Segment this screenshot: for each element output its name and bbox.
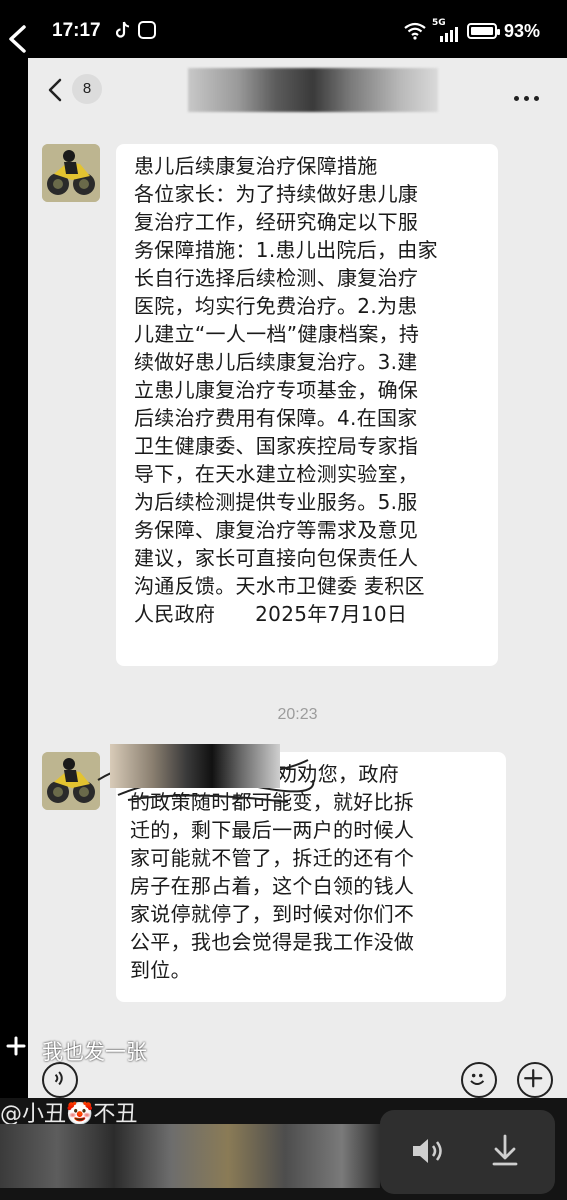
message-line: 迁的，剩下最后一两户的时候人 bbox=[130, 818, 415, 842]
message-line: 各位家长：为了持续做好患儿康 bbox=[134, 182, 419, 206]
chat-back-icon[interactable] bbox=[48, 78, 62, 102]
message-line: 家可能就不管了，拆迁的还有个 bbox=[130, 846, 415, 870]
message-line: 人民政府 2025年7月10日 bbox=[134, 602, 408, 626]
chat-header: 8 bbox=[28, 58, 567, 118]
back-icon[interactable] bbox=[6, 24, 30, 54]
voice-icon[interactable] bbox=[42, 1062, 78, 1098]
more-icon[interactable] bbox=[514, 86, 544, 101]
status-bar: 17:17 5G 93% bbox=[0, 0, 567, 62]
add-icon[interactable] bbox=[517, 1062, 553, 1098]
message-line: 务保障措施：1.患儿出院后，由家 bbox=[134, 238, 438, 262]
emoji-icon[interactable] bbox=[461, 1062, 497, 1098]
message-line: 房子在那占着，这个白领的钱人 bbox=[130, 874, 415, 898]
app-icon bbox=[138, 21, 156, 39]
message-line: 后续治疗费用有保障。4.在国家 bbox=[134, 406, 418, 430]
message-bubble[interactable]: 患儿后续康复治疗保障措施各位家长：为了持续做好患儿康 复治疗工作，经研究确定以下服… bbox=[116, 144, 498, 666]
message-line: 为后续检测提供专业服务。5.服 bbox=[134, 490, 418, 514]
clock: 17:17 bbox=[52, 20, 101, 41]
message-line: 复治疗工作，经研究确定以下服 bbox=[134, 210, 419, 234]
speaker-icon[interactable] bbox=[410, 1136, 450, 1166]
message-line: 建议，家长可直接向包保责任人 bbox=[134, 546, 419, 570]
message-line: 导下，在天水建立检测实验室， bbox=[134, 462, 419, 486]
wifi-icon bbox=[404, 22, 426, 40]
message-line: 患儿后续康复治疗保障措施 bbox=[134, 154, 378, 178]
message-line: 卫生健康委、国家疾控局专家指 bbox=[134, 434, 419, 458]
message-line: 儿建立“一人一档”健康档案，持 bbox=[134, 322, 420, 346]
battery-icon bbox=[467, 23, 500, 39]
message-line: 公平，我也会觉得是我工作没做 bbox=[130, 930, 415, 954]
signal-icon bbox=[440, 27, 458, 42]
sound-download-panel bbox=[380, 1110, 555, 1194]
message-line: 家说停就停了，到时候对你们不 bbox=[130, 902, 415, 926]
message-line: 到位。 bbox=[130, 958, 191, 982]
message-line: 务保障、康复治疗等需求及意见 bbox=[134, 518, 419, 542]
avatar[interactable] bbox=[42, 144, 100, 202]
comment-redacted bbox=[0, 1124, 380, 1188]
message-line: 长自行选择后续检测、康复治疗 bbox=[134, 266, 419, 290]
plus-icon[interactable] bbox=[6, 1036, 26, 1056]
message-line: 沟通反馈。天水市卫健委 麦积区 bbox=[134, 574, 425, 598]
chat-screenshot: 8 患儿后续康复治疗保障措施各位家长：为了持续做好患儿康 复治疗工作，经研究确定以… bbox=[28, 58, 567, 1098]
tiktok-icon bbox=[116, 21, 130, 38]
chat-name-redacted bbox=[188, 68, 438, 112]
battery-percent: 93% bbox=[504, 21, 541, 41]
sender-name-redacted bbox=[110, 744, 280, 788]
message-line: 立患儿康复治疗专项基金，确保 bbox=[134, 378, 419, 402]
message-line: 续做好患儿后续康复治疗。3.建 bbox=[134, 350, 418, 374]
message-timestamp: 20:23 bbox=[277, 706, 318, 723]
message-line: 医院，均实行免费治疗。2.为患 bbox=[134, 294, 418, 318]
download-icon[interactable] bbox=[490, 1133, 520, 1167]
unread-count-badge[interactable]: 8 bbox=[72, 74, 102, 104]
